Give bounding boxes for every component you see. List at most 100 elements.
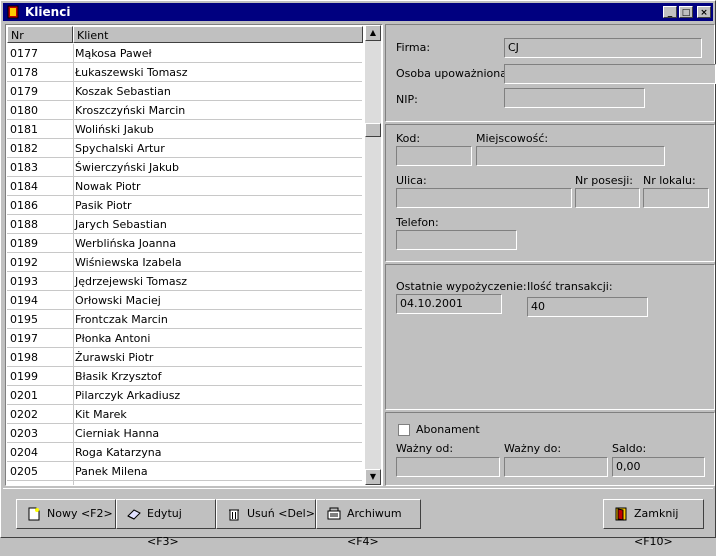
client-name: Roga Katarzyna [75, 446, 162, 459]
ulica-field[interactable] [396, 188, 572, 208]
address-panel: Kod: Miejscowość: Ulica: Nr posesji: Nr … [385, 124, 715, 262]
client-name: Frontczak Marcin [75, 313, 168, 326]
nr-posesji-field[interactable] [575, 188, 640, 208]
table-row[interactable]: 0203 Cierniak Hanna [7, 424, 362, 443]
archive-button[interactable]: Archiwum <F4> [316, 499, 421, 548]
list-scrollbar[interactable]: ▲ ▼ [365, 25, 381, 485]
delete-button-label: Usuń <Del> [247, 507, 315, 520]
maximize-button[interactable]: □ [679, 6, 693, 18]
scroll-down-button[interactable]: ▼ [365, 469, 381, 485]
edit-button[interactable]: Edytuj <F3> [116, 499, 216, 548]
table-row[interactable]: 0198 Żurawski Piotr [7, 348, 362, 367]
client-number: 0198 [10, 351, 38, 364]
telefon-field[interactable] [396, 230, 517, 250]
client-number: 0192 [10, 256, 38, 269]
client-name: Woliński Jakub [75, 123, 154, 136]
table-row[interactable]: 0180 Kroszczyński Marcin [7, 101, 362, 120]
miejscowosc-field[interactable] [476, 146, 665, 166]
saldo-label: Saldo: [612, 442, 647, 455]
table-row[interactable]: 0188 Jarych Sebastian [7, 215, 362, 234]
subscription-panel: Abonament Ważny od: Ważny do: Saldo: 0,0… [385, 412, 715, 486]
osoba-field[interactable] [504, 64, 716, 84]
wazny-do-field[interactable] [504, 457, 608, 477]
client-name: Błasik Krzysztof [75, 370, 162, 383]
title-bar: Klienci _ □ × [3, 3, 713, 21]
close-window-button[interactable]: Zamknij <F10> [603, 499, 704, 548]
table-row[interactable]: 0179 Koszak Sebastian [7, 82, 362, 101]
minimize-button[interactable]: _ [663, 6, 677, 18]
table-row[interactable]: 0201 Pilarczyk Arkadiusz [7, 386, 362, 405]
archive-icon [327, 507, 341, 520]
table-row[interactable]: 0205 Panek Milena [7, 462, 362, 481]
table-row[interactable]: 0193 Jędrzejewski Tomasz [7, 272, 362, 291]
client-number: 0184 [10, 180, 38, 193]
client-number: 0202 [10, 408, 38, 421]
client-number: 0181 [10, 123, 38, 136]
client-number: 0197 [10, 332, 38, 345]
client-number: 0201 [10, 389, 38, 402]
delete-button[interactable]: Usuń <Del> [216, 499, 316, 529]
client-number: 0188 [10, 218, 38, 231]
button-bar: Nowy <F2> Edytuj <F3> Usuń <Del> Archiwu… [3, 488, 713, 548]
table-row[interactable]: 0197 Płonka Antoni [7, 329, 362, 348]
client-name: Orłowski Maciej [75, 294, 161, 307]
edit-button-label: Edytuj <F3> [147, 507, 182, 548]
table-row[interactable]: 0195 Frontczak Marcin [7, 310, 362, 329]
client-number: 0195 [10, 313, 38, 326]
new-document-icon [28, 507, 40, 521]
ilosc-label: Ilość transakcji: [527, 280, 613, 293]
client-name: Płonka Antoni [75, 332, 151, 345]
table-row[interactable]: 0199 Błasik Krzysztof [7, 367, 362, 386]
client-number: 0194 [10, 294, 38, 307]
table-row[interactable]: 0177 Mąkosa Paweł [7, 44, 362, 63]
archive-button-label: Archiwum <F4> [347, 507, 402, 548]
new-button-label: Nowy <F2> [47, 507, 113, 520]
clients-window: Klienci _ □ × Nr Klient 0177 Mąkosa Paweł… [0, 0, 716, 548]
column-header-nr[interactable]: Nr [7, 26, 73, 43]
wazny-od-field[interactable] [396, 457, 500, 477]
client-number: 0205 [10, 465, 38, 478]
client-name: Panek Milena [75, 465, 148, 478]
ulica-label: Ulica: [396, 174, 427, 187]
table-row[interactable]: 0204 Roga Katarzyna [7, 443, 362, 462]
nip-field[interactable] [504, 88, 645, 108]
miejscowosc-label: Miejscowość: [476, 132, 549, 145]
table-row[interactable]: 0182 Spychalski Artur [7, 139, 362, 158]
client-list[interactable]: Nr Klient 0177 Mąkosa Paweł 0178 Łukaszewsk… [5, 24, 383, 486]
client-name: Nowak Piotr [75, 180, 141, 193]
close-button[interactable]: × [697, 6, 711, 18]
client-name: Mąkosa Paweł [75, 47, 152, 60]
ilosc-field[interactable]: 40 [527, 297, 648, 317]
table-row[interactable]: 0183 Świerczyński Jakub [7, 158, 362, 177]
table-row[interactable]: 0192 Wiśniewska Izabela [7, 253, 362, 272]
client-name: Cierniak Hanna [75, 427, 160, 440]
client-name: Kit Marek [75, 408, 127, 421]
transactions-panel: Ostatnie wypożyczenie: 04.10.2001 Ilość … [385, 264, 715, 410]
table-row[interactable]: 0186 Pasik Piotr [7, 196, 362, 215]
new-button[interactable]: Nowy <F2> [16, 499, 116, 529]
ostatnie-field[interactable]: 04.10.2001 [396, 294, 502, 314]
abonament-checkbox[interactable] [398, 424, 410, 436]
client-name: Spychalski Artur [75, 142, 165, 155]
table-row[interactable]: 0202 Kit Marek [7, 405, 362, 424]
wazny-do-label: Ważny do: [504, 442, 562, 455]
ostatnie-label: Ostatnie wypożyczenie: [396, 280, 527, 293]
scroll-up-button[interactable]: ▲ [365, 25, 381, 41]
client-number: 0193 [10, 275, 38, 288]
column-header-klient[interactable]: Klient [73, 26, 363, 43]
kod-field[interactable] [396, 146, 472, 166]
osoba-label: Osoba upoważniona: [396, 67, 511, 80]
table-row[interactable]: 0178 Łukaszewski Tomasz [7, 63, 362, 82]
table-row[interactable]: 0181 Woliński Jakub [7, 120, 362, 139]
table-row[interactable]: 0194 Orłowski Maciej [7, 291, 362, 310]
scroll-thumb[interactable] [365, 123, 381, 137]
telefon-label: Telefon: [396, 216, 439, 229]
table-row[interactable]: 0189 Werblińska Joanna [7, 234, 362, 253]
client-number: 0182 [10, 142, 38, 155]
table-row[interactable]: 0184 Nowak Piotr [7, 177, 362, 196]
nr-lokalu-field[interactable] [643, 188, 709, 208]
firma-field[interactable]: CJ [504, 38, 702, 58]
client-number: 0180 [10, 104, 38, 117]
nip-label: NIP: [396, 93, 418, 106]
saldo-field[interactable]: 0,00 [612, 457, 705, 477]
